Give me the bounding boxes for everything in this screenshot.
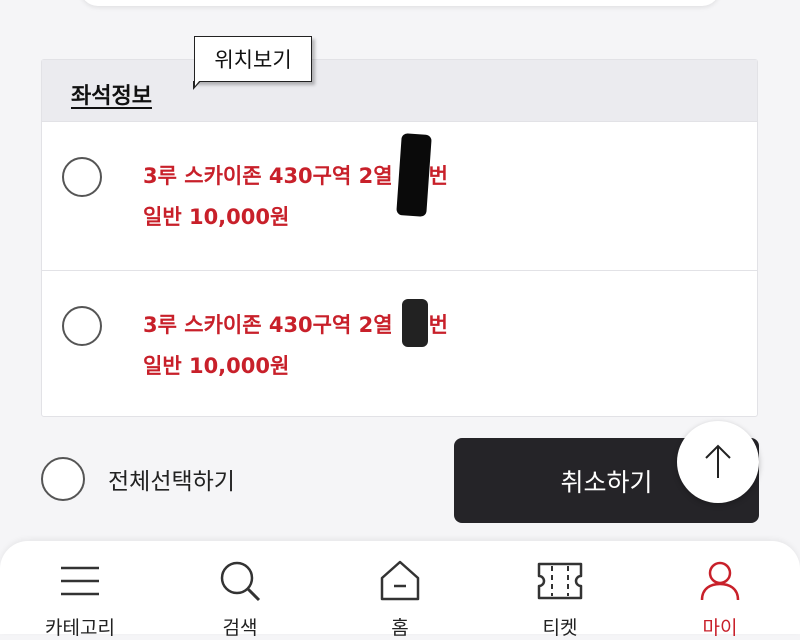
nav-item-my[interactable]: 마이 xyxy=(640,541,800,639)
nav-label: 홈 xyxy=(391,617,409,639)
seat-radio[interactable] xyxy=(62,306,102,346)
user-icon xyxy=(700,561,740,601)
select-all-radio[interactable] xyxy=(41,457,85,501)
nav-item-ticket[interactable]: 티켓 xyxy=(480,541,640,639)
seat-price: 일반 10,000원 xyxy=(143,205,290,229)
ticket-icon xyxy=(537,562,583,600)
nav-item-search[interactable]: 검색 xyxy=(160,541,320,639)
nav-item-category[interactable]: 카테고리 xyxy=(0,541,160,639)
seat-info-header: 좌석정보 xyxy=(42,60,757,122)
seat-info-title: 좌석정보 xyxy=(71,84,152,109)
menu-icon xyxy=(61,566,99,596)
seat-info-panel: 좌석정보 3루 스카이존 430구역 2열 번 일반 10,000원 3루 스카이… xyxy=(41,59,758,417)
home-icon xyxy=(380,560,420,601)
arrow-up-icon xyxy=(705,444,731,478)
scroll-to-top-button[interactable] xyxy=(677,421,759,503)
nav-label: 검색 xyxy=(222,617,258,639)
nav-label: 티켓 xyxy=(542,617,578,639)
seat-radio[interactable] xyxy=(62,157,102,197)
seat-price: 일반 10,000원 xyxy=(143,354,290,378)
location-tooltip[interactable]: 위치보기 xyxy=(194,36,312,82)
top-card xyxy=(80,0,720,6)
search-icon xyxy=(220,561,261,602)
select-all-label: 전체선택하기 xyxy=(108,469,235,495)
nav-item-home[interactable]: 홈 xyxy=(320,541,480,639)
redaction-mark xyxy=(402,299,428,347)
select-all[interactable]: 전체선택하기 xyxy=(41,457,235,501)
nav-label: 마이 xyxy=(702,617,738,639)
nav-label: 카테고리 xyxy=(45,617,115,639)
redaction-mark xyxy=(396,133,432,217)
seat-row[interactable]: 3루 스카이존 430구역 2열 번 일반 10,000원 xyxy=(42,271,757,419)
seat-row[interactable]: 3루 스카이존 430구역 2열 번 일반 10,000원 xyxy=(42,122,757,271)
tooltip-tail-inner xyxy=(195,80,200,86)
bottom-nav: 카테고리 검색 홈 티켓 마이 xyxy=(0,541,800,639)
